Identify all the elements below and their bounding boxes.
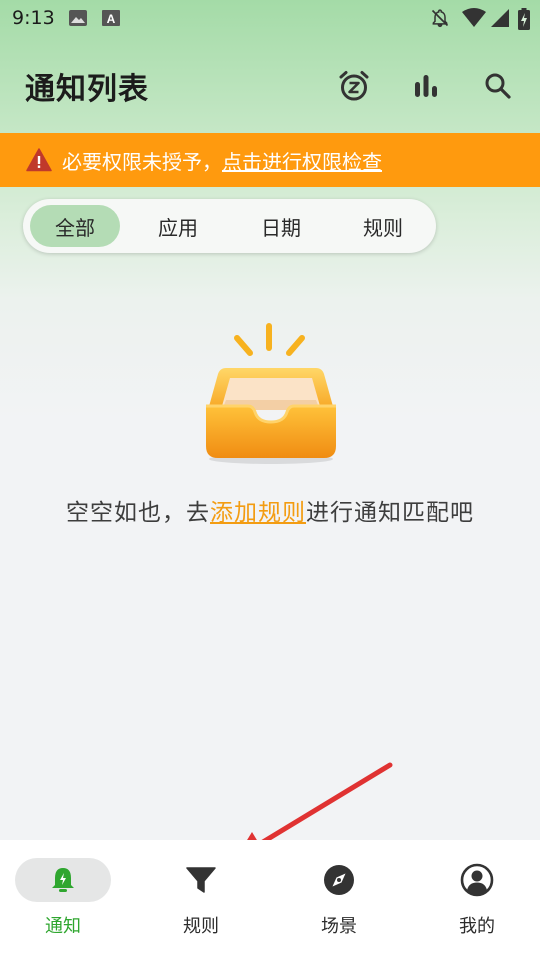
stats-icon: [415, 75, 437, 97]
image-icon: [69, 10, 87, 26]
nav-pill: [291, 858, 387, 902]
empty-state-text-before: 空空如也，去: [66, 500, 210, 526]
nav-item-rules[interactable]: 规则: [138, 840, 273, 960]
nav-label-rules: 规则: [183, 916, 219, 937]
svg-text:A: A: [107, 12, 116, 26]
empty-state-message: 空空如也，去添加规则进行通知匹配吧: [0, 493, 540, 527]
battery-charging-icon: [518, 8, 530, 30]
filter-icon: [186, 867, 216, 893]
empty-state-text-after: 进行通知匹配吧: [306, 500, 474, 526]
tab-date[interactable]: 日期: [236, 205, 326, 247]
snooze-icon: [339, 71, 369, 101]
search-icon: [485, 73, 511, 99]
warning-icon: [26, 148, 52, 172]
empty-inbox-illustration: [206, 323, 336, 464]
nav-item-scenes[interactable]: 场景: [276, 840, 411, 960]
status-bar: 9:13 A: [0, 0, 540, 36]
nav-label-notifications: 通知: [45, 916, 81, 937]
compass-icon: [324, 865, 354, 895]
nav-item-notifications[interactable]: 通知: [0, 840, 135, 960]
snooze-button[interactable]: [332, 64, 376, 108]
permission-warning-banner: 必要权限未授予， 点击进行权限检查: [0, 133, 540, 187]
tab-rule[interactable]: 规则: [338, 205, 428, 247]
search-button[interactable]: [476, 64, 520, 108]
wifi-icon: [462, 8, 486, 27]
nav-label-scenes: 场景: [321, 916, 357, 937]
user-icon: [460, 863, 494, 897]
a-notification-icon: A: [102, 10, 120, 26]
nav-pill: [429, 858, 525, 902]
nav-label-profile: 我的: [459, 916, 495, 937]
bell-off-icon: [431, 9, 449, 28]
status-time: 9:13: [12, 7, 55, 29]
banner-message: 必要权限未授予，: [62, 149, 222, 174]
nav-pill: [153, 858, 249, 902]
filter-tabs: 全部 应用 日期 规则: [23, 199, 436, 253]
tab-all[interactable]: 全部: [30, 205, 120, 247]
signal-icon: [491, 9, 509, 27]
add-rule-link[interactable]: 添加规则: [210, 500, 306, 526]
nav-pill: [15, 858, 111, 902]
page-title: 通知列表: [25, 72, 149, 107]
permission-check-link[interactable]: 点击进行权限检查: [222, 146, 382, 175]
stats-button[interactable]: [404, 64, 448, 108]
nav-item-profile[interactable]: 我的: [414, 840, 540, 960]
bottom-navigation: 通知 规则 场景 我的: [0, 840, 540, 960]
bell-icon: [52, 868, 74, 892]
tab-app[interactable]: 应用: [133, 205, 223, 247]
